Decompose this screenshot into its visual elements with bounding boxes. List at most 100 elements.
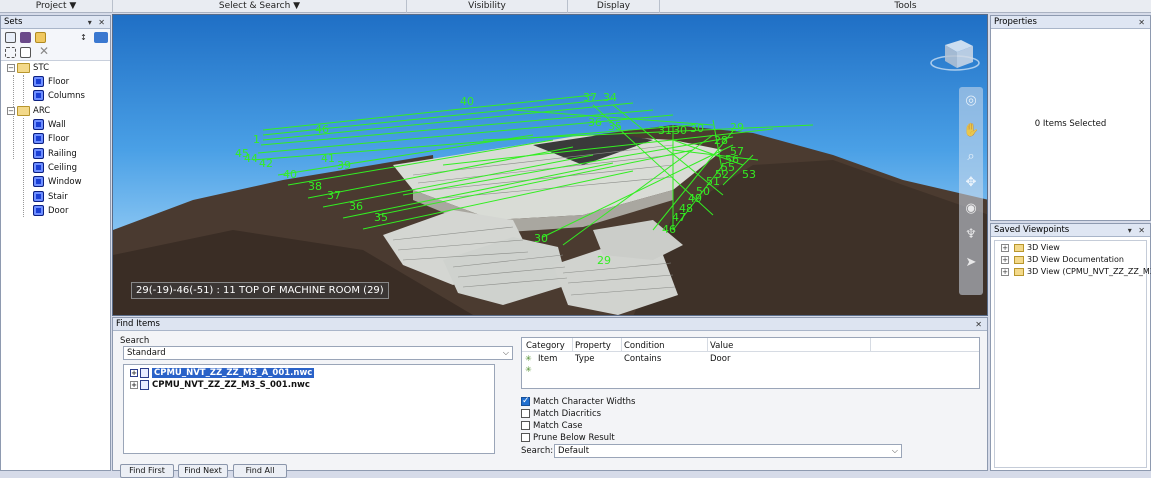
ribbon-tab-select-search[interactable]: Select & Search ▼ bbox=[113, 0, 407, 13]
collapse-icon[interactable]: − bbox=[7, 106, 15, 115]
model-file-tree: + CPMU_NVT_ZZ_ZZ_M3_A_001.nwc + CPMU_NVT_Z… bbox=[123, 364, 495, 454]
ribbon-tab-tools[interactable]: Tools bbox=[660, 0, 1151, 13]
selection-set-icon bbox=[33, 148, 44, 159]
checkbox-icon[interactable] bbox=[521, 409, 530, 418]
3d-scene[interactable]: 1 45 44 42 40 38 37 36 35 41 39 46 30 29… bbox=[113, 15, 988, 316]
close-icon[interactable]: ✕ bbox=[975, 318, 984, 331]
checkbox-label: Match Character Widths bbox=[533, 397, 636, 407]
grid-label: 34 bbox=[603, 91, 617, 104]
zoom-icon[interactable]: ⌕ bbox=[963, 149, 979, 165]
match-diacritics-checkbox[interactable]: Match Diacritics bbox=[521, 408, 601, 420]
selection-set-icon bbox=[33, 162, 44, 173]
expand-icon[interactable]: + bbox=[130, 368, 138, 377]
saved-viewpoints-header: Saved Viewpoints ▾ ✕ bbox=[991, 224, 1150, 237]
find-first-button[interactable]: Find First bbox=[120, 464, 174, 478]
properties-panel: Properties ✕ 0 Items Selected bbox=[990, 15, 1151, 221]
grid-label: 39 bbox=[337, 159, 351, 172]
duplicate-icon[interactable] bbox=[5, 47, 16, 58]
search-label: Search bbox=[120, 336, 150, 346]
grid-label: 40 bbox=[460, 95, 474, 108]
look-icon[interactable]: ◉ bbox=[963, 201, 979, 217]
sort-az-icon[interactable]: ↕ bbox=[78, 32, 89, 43]
checkbox-label: Match Case bbox=[533, 421, 583, 431]
panel-window-buttons[interactable]: ▾ ✕ bbox=[88, 16, 107, 29]
grid-label: 30 bbox=[534, 232, 548, 245]
ribbon-tab-display[interactable]: Display bbox=[568, 0, 660, 13]
binoculars-icon[interactable] bbox=[20, 32, 31, 43]
walk-icon[interactable]: ♆ bbox=[963, 227, 979, 243]
selection-set-icon bbox=[33, 176, 44, 187]
file-name: CPMU_NVT_ZZ_ZZ_M3_A_001.nwc bbox=[152, 368, 315, 378]
ribbon-tab-visibility[interactable]: Visibility bbox=[407, 0, 568, 13]
find-all-button[interactable]: Find All bbox=[233, 464, 287, 478]
tree-set-columns[interactable]: Columns bbox=[33, 89, 85, 103]
new-row-marker-icon[interactable]: ✳ bbox=[525, 365, 532, 374]
folder-icon bbox=[1014, 255, 1024, 264]
pan-hand-icon[interactable]: ✋ bbox=[963, 123, 979, 139]
collapse-icon[interactable]: − bbox=[7, 63, 15, 72]
viewpoint-label: 3D View Documentation bbox=[1027, 255, 1124, 264]
grid-label: 31 bbox=[658, 124, 672, 137]
tree-folder-stc[interactable]: − STC bbox=[7, 61, 49, 75]
file-icon bbox=[140, 367, 149, 378]
condition-operator[interactable]: Contains bbox=[624, 354, 661, 364]
orbit-icon[interactable]: ✥ bbox=[963, 175, 979, 191]
tree-set-stair[interactable]: Stair bbox=[33, 190, 68, 204]
folder-icon bbox=[1014, 267, 1024, 276]
checkbox-icon[interactable] bbox=[521, 421, 530, 430]
tree-set-railing[interactable]: Railing bbox=[33, 147, 77, 161]
find-items-header: Find Items ✕ bbox=[113, 318, 987, 331]
import-export-icon[interactable] bbox=[94, 32, 108, 43]
selection-set-icon bbox=[33, 191, 44, 202]
checkbox-icon[interactable] bbox=[521, 433, 530, 442]
new-folder-icon[interactable] bbox=[35, 32, 46, 43]
delete-icon[interactable]: ✕ bbox=[39, 45, 50, 57]
file-row[interactable]: + CPMU_NVT_ZZ_ZZ_M3_S_001.nwc bbox=[130, 379, 310, 391]
search-type-select[interactable]: Standard ⌵ bbox=[123, 346, 513, 360]
grid-label: 53 bbox=[742, 168, 756, 181]
folder-icon bbox=[17, 62, 30, 73]
condition-category[interactable]: Item bbox=[538, 354, 557, 364]
save-selection-icon[interactable] bbox=[5, 32, 16, 43]
saved-viewpoints-panel: Saved Viewpoints ▾ ✕ +3D View +3D View D… bbox=[990, 223, 1151, 471]
find-next-button[interactable]: Find Next bbox=[178, 464, 228, 478]
tree-set-door[interactable]: Door bbox=[33, 204, 68, 218]
prune-below-result-checkbox[interactable]: Prune Below Result bbox=[521, 432, 615, 444]
grid-label: 30 bbox=[690, 122, 704, 135]
sets-toolbar: ↕ ✕ bbox=[1, 29, 110, 61]
folder-icon bbox=[1014, 243, 1024, 252]
viewpoint-folder[interactable]: +3D View Documentation bbox=[1001, 254, 1124, 266]
viewpoint-folder[interactable]: +3D View bbox=[1001, 242, 1060, 254]
close-icon[interactable]: ✕ bbox=[1138, 16, 1147, 29]
view-status-label: 29(-19)-46(-51) : 11 TOP OF MACHINE ROOM… bbox=[131, 282, 389, 299]
tree-set-floor[interactable]: Floor bbox=[33, 75, 69, 89]
ribbon-tab-project[interactable]: Project ▼ bbox=[0, 0, 113, 13]
tree-set-floor-arc[interactable]: Floor bbox=[33, 132, 69, 146]
panel-window-buttons[interactable]: ▾ ✕ bbox=[1128, 224, 1147, 237]
file-row[interactable]: + CPMU_NVT_ZZ_ZZ_M3_A_001.nwc bbox=[130, 367, 315, 379]
match-case-checkbox[interactable]: Match Case bbox=[521, 420, 582, 432]
viewpoint-folder[interactable]: +3D View (CPMU_NVT_ZZ_ZZ_M3_S_0 bbox=[1001, 266, 1151, 278]
grid-label: 38 bbox=[308, 180, 322, 193]
tree-folder-arc[interactable]: − ARC bbox=[7, 104, 50, 118]
grid-label: 35 bbox=[608, 120, 622, 133]
3d-viewport[interactable]: 1 45 44 42 40 38 37 36 35 41 39 46 30 29… bbox=[112, 14, 988, 316]
search-type-value: Standard bbox=[127, 348, 166, 358]
tree-label: Stair bbox=[48, 192, 68, 202]
condition-property[interactable]: Type bbox=[575, 354, 595, 364]
checkbox-checked-icon[interactable] bbox=[521, 395, 530, 407]
tree-set-ceiling[interactable]: Ceiling bbox=[33, 161, 77, 175]
expand-icon[interactable]: + bbox=[1001, 243, 1009, 252]
expand-icon[interactable]: + bbox=[1001, 267, 1009, 276]
tree-set-window[interactable]: Window bbox=[33, 175, 82, 189]
view-cube[interactable] bbox=[930, 40, 980, 71]
expand-icon[interactable]: + bbox=[1001, 255, 1009, 264]
tree-set-wall[interactable]: Wall bbox=[33, 118, 66, 132]
steering-wheel-icon[interactable]: ◎ bbox=[963, 93, 979, 109]
comment-icon[interactable] bbox=[20, 47, 31, 58]
search-mode-select[interactable]: Default ⌵ bbox=[554, 444, 902, 458]
expand-icon[interactable]: + bbox=[130, 380, 138, 389]
select-cursor-icon[interactable]: ➤ bbox=[963, 255, 979, 271]
condition-value[interactable]: Door bbox=[710, 354, 730, 364]
match-character-widths-checkbox[interactable]: Match Character Widths bbox=[521, 395, 636, 408]
